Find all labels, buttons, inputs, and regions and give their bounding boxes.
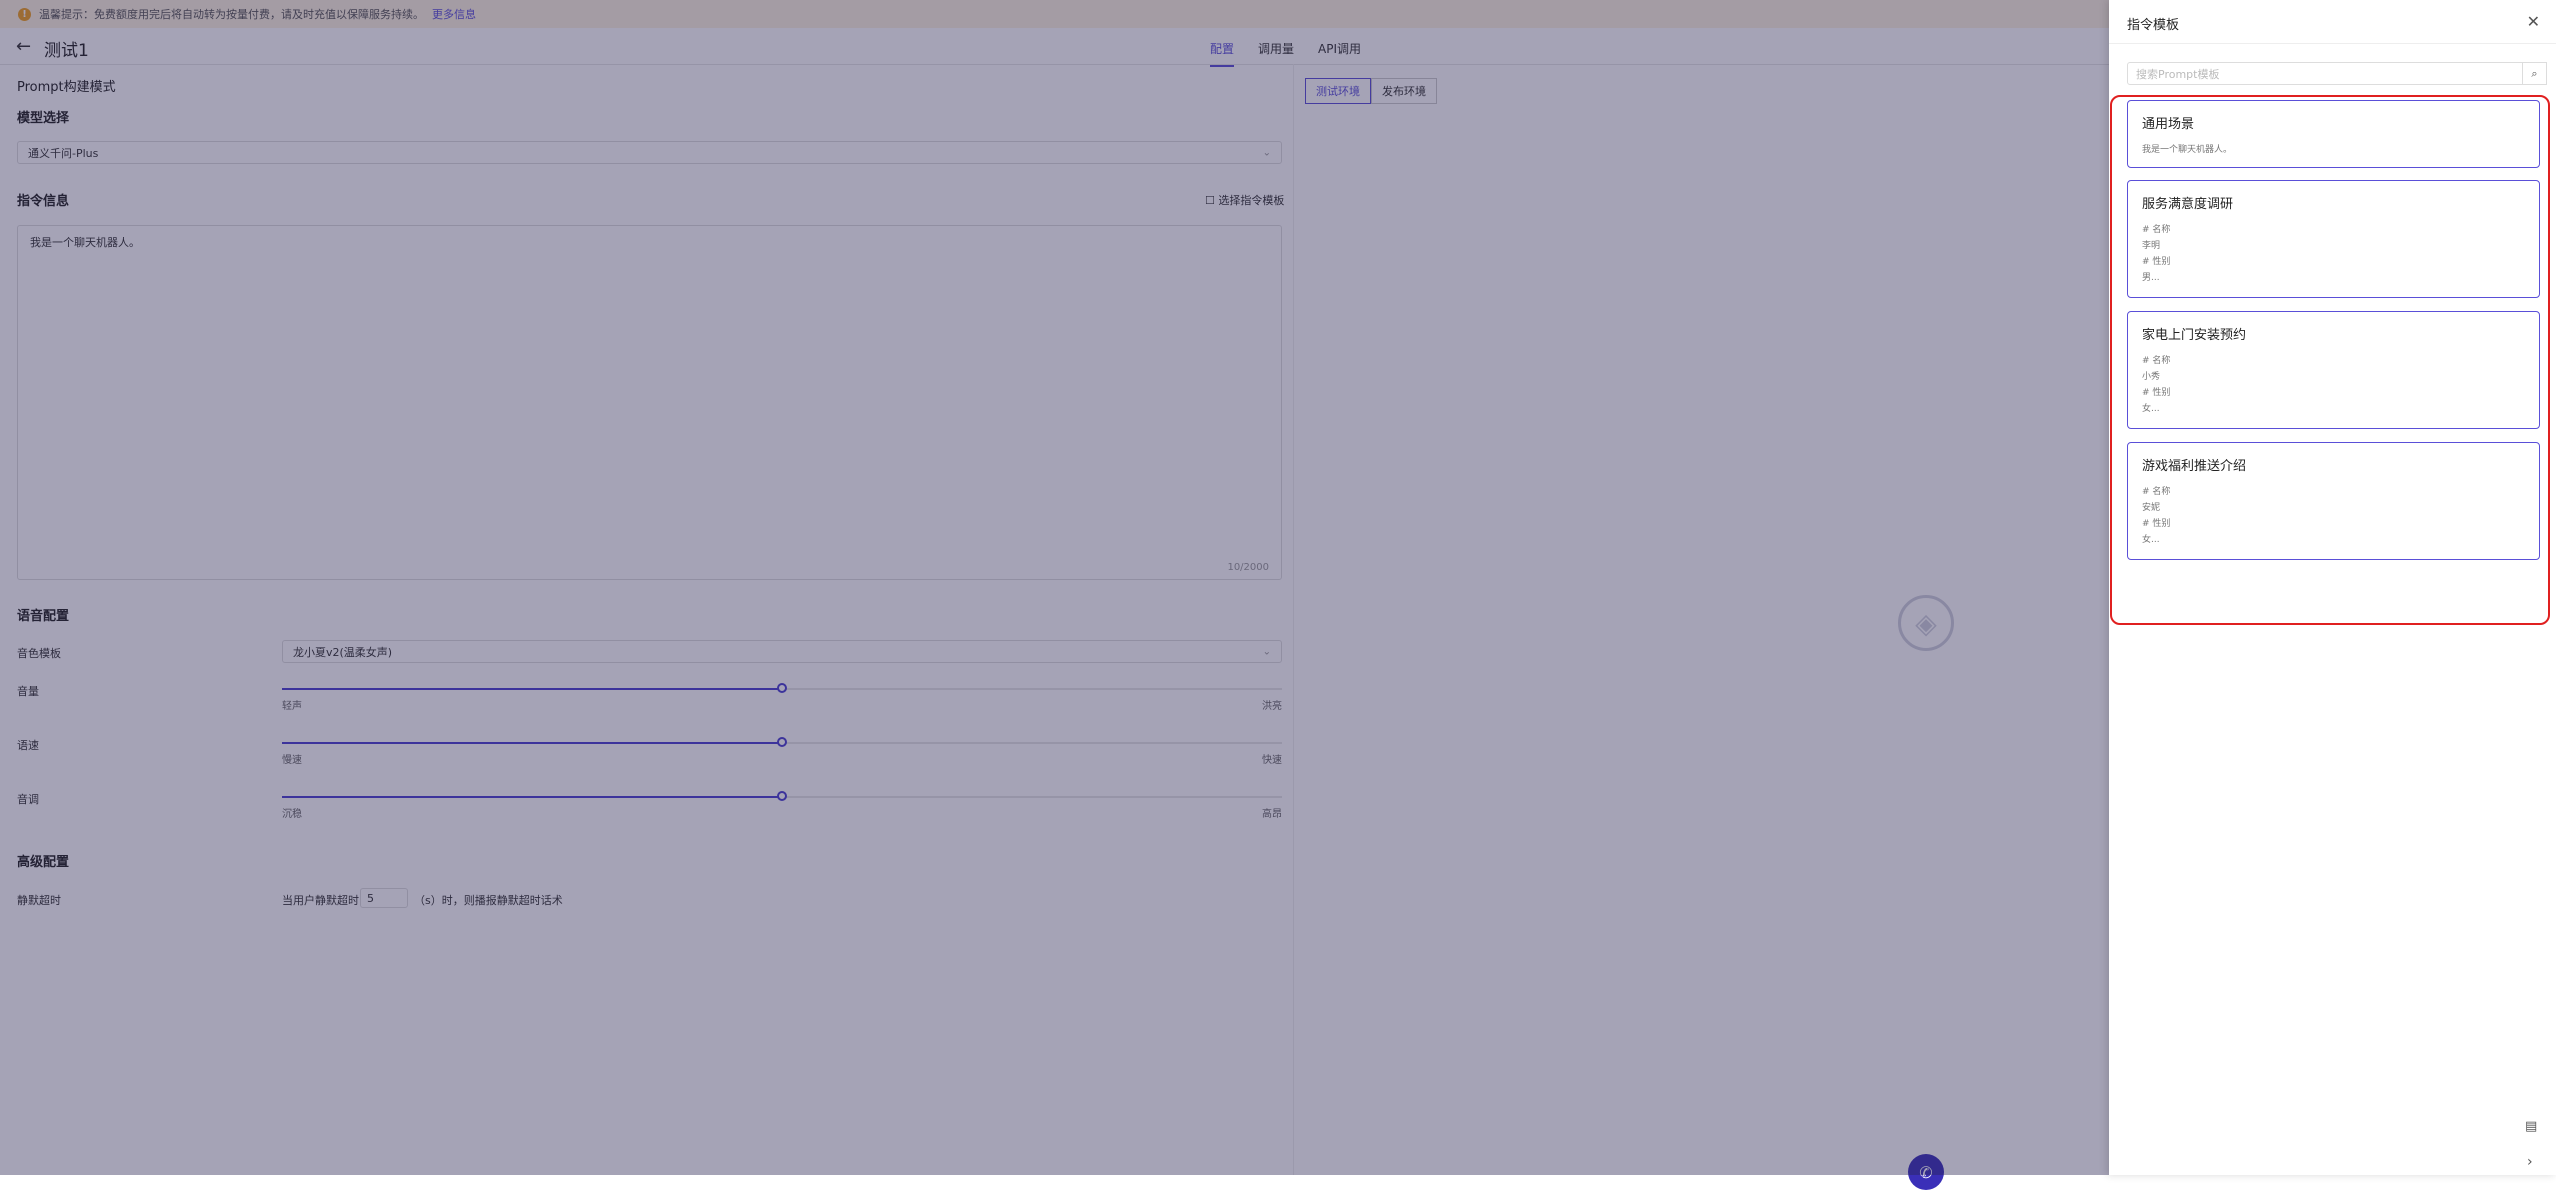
drawer-divider [2109,43,2556,44]
modal-overlay[interactable] [0,0,2109,1175]
app-root: ! 温馨提示：免费额度用完后将自动转为按量付费，请及时充值以保障服务持续。 更多… [0,0,2556,1190]
template-search-input[interactable]: 搜索Prompt模板 [2127,62,2523,85]
search-placeholder: 搜索Prompt模板 [2136,67,2220,81]
highlight-box [2110,95,2550,625]
document-icon[interactable]: ▤ [2525,1119,2537,1134]
drawer-title: 指令模板 [2127,18,2180,33]
chevron-right-icon[interactable]: › [2527,1154,2533,1170]
search-icon[interactable]: ⌕ [2523,62,2547,85]
close-icon[interactable]: ✕ [2527,12,2540,31]
